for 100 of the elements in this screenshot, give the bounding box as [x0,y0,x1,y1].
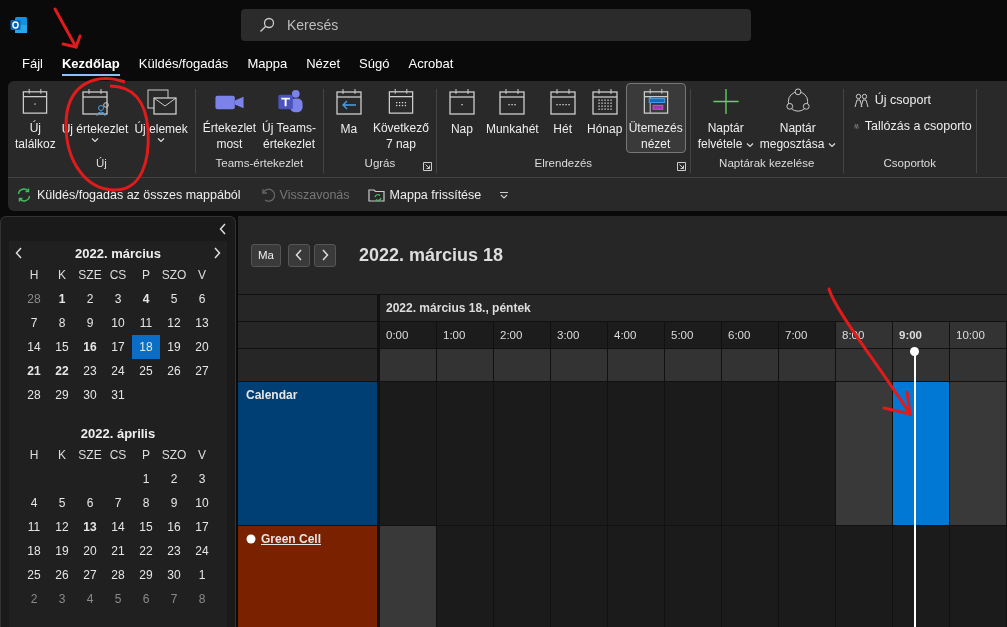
previous-button[interactable] [288,243,310,267]
collapse-icon[interactable] [219,223,227,235]
calendar-day[interactable]: 22 [48,359,76,383]
calendar-day[interactable]: 2 [160,467,188,491]
ribbon-button[interactable]: Következő 7 nap [369,83,432,153]
calendar-day[interactable]: 14 [20,335,48,359]
calendar-day[interactable]: 6 [188,287,216,311]
ribbon-small-button[interactable]: Tallózás a csoporto [853,115,972,137]
toolbar-button[interactable]: Mappa frissítése [367,186,482,203]
calendar-day[interactable]: 28 [20,383,48,407]
menu-tab[interactable]: Súgó [359,52,390,76]
ribbon-small-button[interactable]: Új csoport [853,89,972,111]
calendar-day[interactable]: 28 [20,287,48,311]
calendar-day[interactable]: 19 [160,335,188,359]
calendar-day[interactable]: 24 [104,359,132,383]
ribbon-button[interactable]: Új találkoz [12,83,59,153]
calendar-day[interactable]: 23 [160,539,188,563]
today-button[interactable]: Ma [251,243,281,267]
calendar-day[interactable]: 7 [20,311,48,335]
calendar-day[interactable]: 20 [76,539,104,563]
calendar-day[interactable]: 5 [48,491,76,515]
launcher-icon[interactable] [676,162,686,171]
calendar-day[interactable]: 3 [48,587,76,611]
calendar-day[interactable]: 25 [132,359,160,383]
ribbon-button[interactable]: Új elemek [131,83,191,153]
time-slot[interactable] [893,382,950,525]
calendar-day[interactable]: 6 [76,491,104,515]
calendar-day[interactable]: 21 [104,539,132,563]
calendar-day[interactable]: 27 [76,563,104,587]
dropdown-icon[interactable] [499,190,510,199]
launcher-icon[interactable] [422,162,432,171]
calendar-day[interactable]: 4 [76,587,104,611]
calendar-day[interactable]: 17 [188,515,216,539]
calendar-day[interactable]: 1 [48,287,76,311]
calendar-row-header[interactable]: Calendar [238,382,380,525]
calendar-day[interactable]: 30 [76,383,104,407]
calendar-day[interactable]: 29 [132,563,160,587]
ribbon-button[interactable]: Nap [440,83,483,153]
calendar-day[interactable]: 16 [76,335,104,359]
calendar-row-header[interactable]: Green Cell [238,526,380,627]
calendar-day[interactable]: 29 [48,383,76,407]
next-button[interactable] [314,243,336,267]
ribbon-button[interactable]: Hónap [583,83,626,153]
calendar-day[interactable]: 16 [160,515,188,539]
calendar-day[interactable]: 15 [48,335,76,359]
calendar-day[interactable]: 13 [188,311,216,335]
chevron-right-icon[interactable] [321,249,329,261]
calendar-day[interactable]: 9 [76,311,104,335]
calendar-day[interactable]: 15 [132,515,160,539]
calendar-day[interactable]: 4 [132,287,160,311]
calendar-day[interactable]: 12 [48,515,76,539]
menu-tab[interactable]: Acrobat [408,52,454,76]
calendar-day[interactable]: 11 [20,515,48,539]
calendar-day[interactable]: 25 [20,563,48,587]
ribbon-button[interactable]: Ma [327,83,370,153]
menu-tab[interactable]: Nézet [306,52,341,76]
menu-tab[interactable]: Mappa [247,52,288,76]
calendar-day[interactable]: 26 [48,563,76,587]
calendar-day[interactable]: 2 [20,587,48,611]
calendar-name[interactable]: Green Cell [261,532,322,546]
ribbon-button[interactable]: Értekezlet most [199,83,260,153]
calendar-day[interactable]: 22 [132,539,160,563]
calendar-day[interactable]: 10 [104,311,132,335]
ribbon-button[interactable]: Ütemezés nézet [625,83,686,153]
calendar-day[interactable]: 7 [104,491,132,515]
calendar-day[interactable]: 18 [132,335,160,359]
calendar-day[interactable]: 27 [188,359,216,383]
calendar-day[interactable]: 3 [104,287,132,311]
calendar-day[interactable]: 30 [160,563,188,587]
menu-tab[interactable]: Fájl [22,52,43,76]
calendar-day[interactable]: 8 [48,311,76,335]
calendar-day[interactable]: 8 [188,587,216,611]
toolbar-button[interactable]: Küldés/fogadás az összes mappából [16,186,241,203]
previous-month-icon[interactable] [15,247,23,259]
calendar-day[interactable]: 11 [132,311,160,335]
calendar-day[interactable]: 5 [160,287,188,311]
calendar-day[interactable]: 1 [132,467,160,491]
calendar-day[interactable]: 12 [160,311,188,335]
calendar-day[interactable]: 19 [48,539,76,563]
calendar-day[interactable]: 21 [20,359,48,383]
calendar-day[interactable]: 8 [132,491,160,515]
calendar-day[interactable]: 2 [76,287,104,311]
calendar-day[interactable]: 4 [20,491,48,515]
calendar-day[interactable]: 9 [160,491,188,515]
calendar-day[interactable]: 3 [188,467,216,491]
calendar-day[interactable]: 5 [104,587,132,611]
calendar-day[interactable]: 24 [188,539,216,563]
calendar-day[interactable]: 6 [132,587,160,611]
calendar-day[interactable]: 13 [76,515,104,539]
chevron-left-icon[interactable] [295,249,303,261]
calendar-day[interactable]: 28 [104,563,132,587]
time-slot[interactable] [893,526,950,627]
all-day-slot[interactable] [893,349,950,381]
calendar-day[interactable]: 10 [188,491,216,515]
menu-tab[interactable]: Küldés/fogadás [138,52,229,76]
search-field[interactable]: Keresés [241,9,751,41]
calendar-day[interactable]: 20 [188,335,216,359]
calendar-day[interactable]: 26 [160,359,188,383]
calendar-day[interactable]: 31 [104,383,132,407]
ribbon-button[interactable]: Új Teams- értekezlet [259,83,319,153]
